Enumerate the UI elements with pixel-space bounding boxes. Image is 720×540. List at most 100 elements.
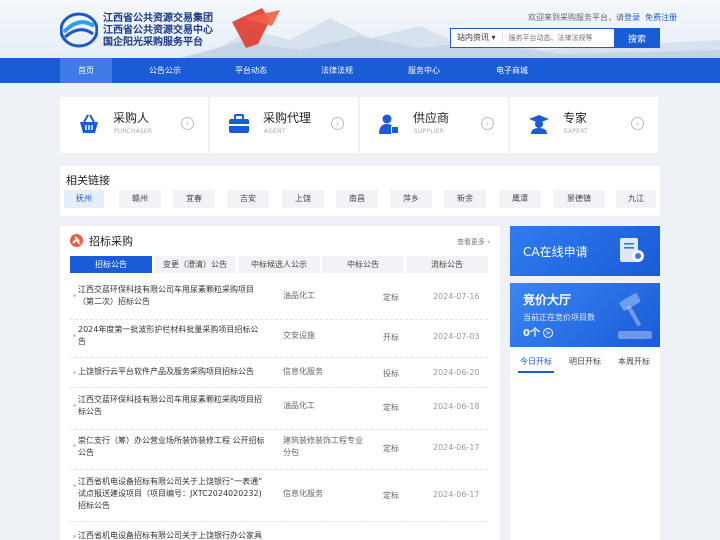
tender-title-line: 招标公告 bbox=[78, 501, 110, 510]
tender-category: 信息化服务 bbox=[283, 489, 323, 498]
role-subtitle: SUPPLIER bbox=[414, 128, 445, 135]
role-card-supplier[interactable]: 供应商 SUPPLIER › bbox=[360, 97, 508, 153]
city-link-shangrao[interactable]: 上饶 bbox=[282, 190, 324, 208]
tender-date: 2024-06-17 bbox=[433, 443, 480, 452]
tender-date: 2024-07-03 bbox=[433, 332, 480, 341]
search-scope-select[interactable]: 站内资讯 ▾ bbox=[451, 32, 503, 44]
chevron-down-icon: ▾ bbox=[491, 33, 496, 42]
tender-title-line: 上饶银行云平台软件产品及服务采购项目招标公告 bbox=[78, 367, 254, 376]
welcome-bar: 欢迎来到采购服务平台，请登录 免费注册 bbox=[528, 12, 677, 23]
tender-title-line: （第二次）招标公告 bbox=[78, 297, 150, 306]
tab-week-opening[interactable]: 本周开标 bbox=[618, 356, 650, 367]
tender-category: 油品化工 bbox=[283, 291, 315, 300]
city-link-xinyu[interactable]: 新余 bbox=[444, 190, 486, 208]
bullet-icon bbox=[73, 535, 76, 538]
tender-category: 信息化服务 bbox=[283, 367, 323, 376]
chevron-right-icon: › bbox=[481, 117, 494, 130]
tender-row[interactable]: 江西省机电设备招标有限公司关于上饶银行“一表通” 试点报送建设项目（项目编号：JX… bbox=[70, 470, 488, 522]
chevron-right-icon: › bbox=[631, 117, 644, 130]
role-card-purchaser[interactable]: 采购人 PURCHASER › bbox=[60, 97, 208, 153]
city-link-fuzhou[interactable]: 抚州 bbox=[64, 190, 104, 208]
nav-item-announcements[interactable]: 公告公示 bbox=[136, 58, 194, 83]
brand-title: 江西省公共资源交易集团 江西省公共资源交易中心 国企阳光采购服务平台 bbox=[103, 13, 213, 49]
tender-title-line: 江西交蓝环保科技有限公司车用尿素颗粒采购项目 bbox=[78, 285, 254, 294]
login-link[interactable]: 登录 bbox=[624, 13, 640, 22]
basket-icon bbox=[80, 114, 98, 133]
tab-candidate-notice[interactable]: 中标候选人公示 bbox=[238, 256, 320, 273]
bullet-icon bbox=[73, 484, 76, 487]
city-link-nanchang[interactable]: 南昌 bbox=[336, 190, 378, 208]
nav-item-platform-news[interactable]: 平台动态 bbox=[222, 58, 280, 83]
tender-title-line: 崇仁支行（筹）办公营业场所装饰装修工程 公开招标 bbox=[78, 436, 265, 445]
tender-title-line: 江西交蓝环保科技有限公司车用尿素颗粒采购项目招 bbox=[78, 395, 262, 404]
tender-row[interactable]: 江西交蓝环保科技有限公司车用尿素颗粒采购项目 （第二次）招标公告 油品化工 定标 … bbox=[70, 278, 488, 320]
nav-item-home[interactable]: 首页 bbox=[60, 58, 112, 83]
tab-today-opening[interactable]: 今日开标 bbox=[520, 356, 552, 367]
tender-title-line: 公告 bbox=[78, 448, 94, 457]
auction-hall-card: 竞价大厅 当前正在竞价项目数 0个 > 今日开标 明日开标 本周开标 bbox=[510, 283, 660, 540]
tender-title-line: 试点报送建设项目（项目编号：JXTC2024020232) bbox=[78, 489, 262, 498]
nav-item-e-mall[interactable]: 电子商城 bbox=[483, 58, 541, 83]
chevron-right-icon: › bbox=[181, 117, 194, 130]
tab-tomorrow-opening[interactable]: 明日开标 bbox=[569, 356, 601, 367]
auction-hall-banner[interactable]: 竞价大厅 当前正在竞价项目数 0个 > bbox=[510, 283, 660, 347]
welcome-text: 欢迎来到采购服务平台，请 bbox=[528, 13, 624, 22]
tab-failed-notice[interactable]: 流标公告 bbox=[406, 256, 488, 273]
brand-line-2: 江西省公共资源交易中心 bbox=[103, 25, 213, 36]
tender-category-line: 建筑装修装饰工程专业 bbox=[283, 436, 363, 445]
auction-count: 0个 > bbox=[523, 328, 553, 339]
tender-row[interactable]: 江西交蓝环保科技有限公司车用尿素颗粒采购项目招 标公告 油品化工 定标 2024-… bbox=[70, 388, 488, 430]
ca-online-apply-card[interactable]: CA在线申请 bbox=[510, 226, 660, 276]
nav-item-laws[interactable]: 法律法规 bbox=[308, 58, 366, 83]
tab-change-notice[interactable]: 变更（澄清）公告 bbox=[154, 256, 236, 273]
city-link-jingdezhen[interactable]: 景德镇 bbox=[553, 190, 605, 208]
tender-title: 2024年度第一批波形护栏材料批量采购项目招标公告 bbox=[78, 324, 268, 348]
view-more-link[interactable]: 查看更多 › bbox=[457, 237, 490, 247]
tab-tender-notice[interactable]: 招标公告 bbox=[70, 256, 152, 273]
nav-item-service-center[interactable]: 服务中心 bbox=[395, 58, 453, 83]
chevron-right-icon: › bbox=[331, 117, 344, 130]
search-input[interactable] bbox=[502, 34, 613, 42]
tender-row[interactable]: 上饶银行云平台软件产品及服务采购项目招标公告 信息化服务 投标 2024-06-… bbox=[70, 358, 488, 388]
tender-stage: 定标 bbox=[383, 293, 399, 302]
logo-icon bbox=[60, 12, 98, 48]
tender-title-line: 江西省机电设备招标有限公司关于上饶银行办公家具 bbox=[78, 531, 262, 540]
tender-title: 崇仁支行（筹）办公营业场所装饰装修工程 公开招标 公告 bbox=[78, 435, 268, 459]
role-title: 供应商 bbox=[413, 111, 450, 125]
view-more-label: 查看更多 bbox=[457, 238, 485, 246]
role-title: 采购代理 bbox=[263, 111, 312, 125]
tender-category: 交安设施 bbox=[283, 331, 315, 340]
city-link-ganzhou[interactable]: 赣州 bbox=[119, 190, 161, 208]
tab-award-notice[interactable]: 中标公告 bbox=[322, 256, 404, 273]
ca-title: CA在线申请 bbox=[523, 245, 588, 259]
tender-title-line: 2024年度第一批波形护栏材料批量采购项目招标公 bbox=[78, 325, 259, 334]
role-card-agent[interactable]: 采购代理 AGENT › bbox=[210, 97, 358, 153]
tender-date: 2024-06-20 bbox=[433, 368, 480, 377]
city-link-jiujiang[interactable]: 九江 bbox=[616, 190, 656, 208]
register-link[interactable]: 免费注册 bbox=[645, 13, 677, 22]
tender-row[interactable]: 崇仁支行（筹）办公营业场所装饰装修工程 公开招标 公告 建筑装修装饰工程专业 分包 … bbox=[70, 430, 488, 470]
role-subtitle: PURCHASER bbox=[114, 128, 153, 135]
main-nav: 首页 公告公示 平台动态 法律法规 服务中心 电子商城 bbox=[0, 58, 720, 83]
tender-title: 上饶银行云平台软件产品及服务采购项目招标公告 bbox=[78, 366, 278, 378]
tender-row[interactable]: 江西省机电设备招标有限公司关于上饶银行办公家具 bbox=[70, 522, 488, 540]
search-box: 站内资讯 ▾ bbox=[450, 28, 616, 48]
role-card-expert[interactable]: 专家 EXPERT › bbox=[510, 97, 658, 153]
city-link-yichun[interactable]: 宜春 bbox=[173, 190, 215, 208]
tender-date: 2024-06-18 bbox=[433, 402, 480, 411]
related-links-title: 相关链接 bbox=[66, 174, 110, 187]
active-tab-indicator bbox=[518, 371, 554, 373]
tender-title-line: 告 bbox=[78, 337, 86, 346]
search-scope-label: 站内资讯 bbox=[457, 33, 489, 42]
arrow-right-icon[interactable]: > bbox=[542, 328, 553, 338]
tender-stage: 投标 bbox=[383, 369, 399, 378]
auction-count-value: 0个 bbox=[523, 328, 540, 339]
tender-row[interactable]: 2024年度第一批波形护栏材料批量采购项目招标公告 交安设施 开标 2024-0… bbox=[70, 320, 488, 358]
expert-icon bbox=[529, 115, 549, 134]
city-link-jian[interactable]: 吉安 bbox=[227, 190, 269, 208]
brand-line-3: 国企阳光采购服务平台 bbox=[103, 37, 203, 48]
search-button[interactable]: 搜索 bbox=[614, 28, 660, 48]
city-link-yingtan[interactable]: 鹰潭 bbox=[499, 190, 541, 208]
role-subtitle: AGENT bbox=[264, 128, 286, 135]
city-link-pingxiang[interactable]: 萍乡 bbox=[390, 190, 432, 208]
